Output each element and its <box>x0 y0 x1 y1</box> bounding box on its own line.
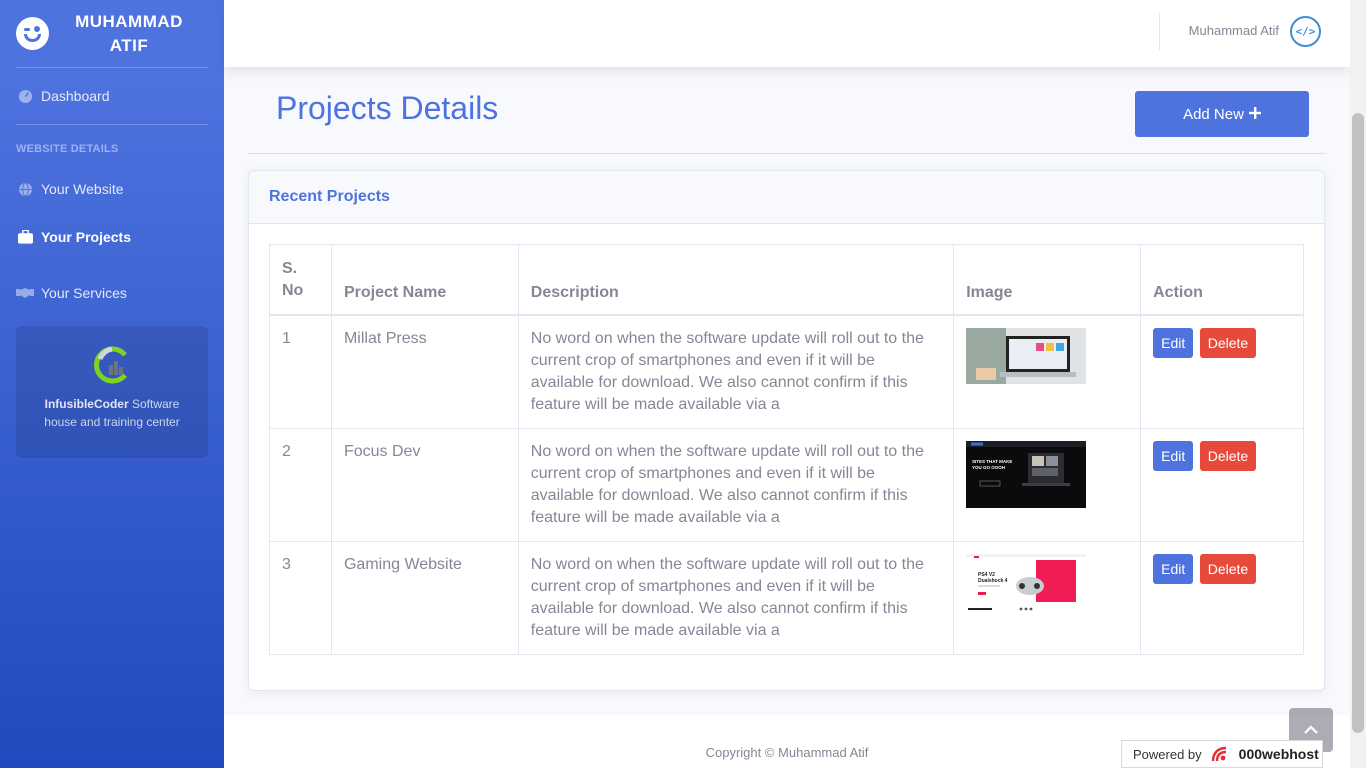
cell-project-name: Millat Press <box>330 314 519 429</box>
cell-description: No word on when the software update will… <box>517 314 955 429</box>
sidebar-item-label: Dashboard <box>41 88 110 104</box>
edit-button[interactable]: Edit <box>1153 327 1194 358</box>
cell-project-name: Gaming Website <box>330 540 519 655</box>
add-new-label: Add New <box>1183 105 1244 123</box>
cell-image: SITES THAT MAKE YOU GO OOOH <box>953 427 1142 542</box>
sidebar-item-label: Your Projects <box>41 229 131 245</box>
delete-button[interactable]: Delete <box>1199 553 1257 584</box>
promo-text: InfusibleCoder Software house and traini… <box>44 397 180 429</box>
infusiblecoder-logo-icon <box>92 345 132 385</box>
user-name[interactable]: Muhammad Atif <box>1189 23 1279 38</box>
briefcase-icon <box>16 228 34 246</box>
projects-table: S. No Project Name Description Image Act… <box>269 244 1304 655</box>
topbar-divider <box>1159 13 1160 50</box>
chevron-up-icon <box>1304 725 1318 734</box>
recent-projects-card: Recent Projects S. No Project Name Descr… <box>248 170 1325 691</box>
table-row: 2 Focus Dev No word on when the software… <box>269 427 1304 542</box>
powered-by-badge[interactable]: Powered by 000webhost <box>1121 740 1323 768</box>
wink-face-icon <box>16 17 49 50</box>
project-thumbnail[interactable]: SITES THAT MAKE YOU GO OOOH <box>966 440 1087 508</box>
sidebar-item-services[interactable]: Your Services <box>0 265 224 321</box>
project-thumbnail[interactable] <box>966 327 1087 384</box>
cell-action: Edit Delete <box>1140 427 1304 542</box>
table-row: 1 Millat Press No word on when the softw… <box>269 314 1304 429</box>
powered-by-label: Powered by <box>1133 746 1202 762</box>
edit-button[interactable]: Edit <box>1153 440 1194 471</box>
project-thumbnail[interactable]: PS4 V2 Dualshock 4 <box>966 553 1087 612</box>
card-title: Recent Projects <box>249 171 1324 224</box>
column-header-description: Description <box>517 244 955 316</box>
sidebar-item-label: Your Services <box>41 285 127 301</box>
heading-divider <box>248 153 1325 154</box>
cell-action: Edit Delete <box>1140 314 1304 429</box>
topbar: Muhammad Atif </> <box>224 0 1350 67</box>
webhost-logo-icon <box>1211 746 1226 762</box>
cell-sno: 2 <box>269 427 332 542</box>
column-header-project-name: Project Name <box>330 244 519 316</box>
delete-button[interactable]: Delete <box>1199 327 1257 358</box>
scrollbar-thumb[interactable] <box>1352 113 1364 733</box>
globe-icon <box>16 180 34 198</box>
column-header-action: Action <box>1140 244 1304 316</box>
powered-by-brand: 000webhost <box>1238 746 1319 762</box>
cell-action: Edit Delete <box>1140 540 1304 655</box>
edit-button[interactable]: Edit <box>1153 553 1194 584</box>
thumbnail-text: SITES THAT MAKE <box>972 459 1012 464</box>
plus-icon <box>1248 106 1261 123</box>
brand-name: MUHAMMAD ATIF <box>75 11 183 55</box>
table-header-row: S. No Project Name Description Image Act… <box>269 244 1304 316</box>
cell-project-name: Focus Dev <box>330 427 519 542</box>
tachometer-icon <box>16 87 34 105</box>
sidebar-item-website[interactable]: Your Website <box>0 169 224 209</box>
cell-description: No word on when the software update will… <box>517 540 955 655</box>
sidebar-brand[interactable]: MUHAMMAD ATIF <box>0 0 224 67</box>
thumbnail-text: Dualshock 4 <box>978 578 1008 584</box>
column-header-sno: S. No <box>269 244 332 316</box>
sidebar-item-projects[interactable]: Your Projects <box>0 209 224 265</box>
cell-image: PS4 V2 Dualshock 4 <box>953 540 1142 655</box>
thumbnail-text: YOU GO OOOH <box>972 465 1005 470</box>
vertical-scrollbar[interactable] <box>1350 0 1366 768</box>
sidebar-heading: Website Details <box>16 143 119 155</box>
handshake-icon <box>16 284 34 302</box>
cell-sno: 3 <box>269 540 332 655</box>
avatar[interactable]: </> <box>1290 16 1321 47</box>
page-title: Projects Details <box>276 90 499 126</box>
sidebar-promo-card: InfusibleCoder Software house and traini… <box>16 326 208 458</box>
sidebar: MUHAMMAD ATIF Dashboard Website Details … <box>0 0 224 768</box>
delete-button[interactable]: Delete <box>1199 440 1257 471</box>
sidebar-item-label: Your Website <box>41 181 124 197</box>
cell-image <box>953 314 1142 429</box>
sidebar-item-dashboard[interactable]: Dashboard <box>0 68 224 124</box>
table-row: 3 Gaming Website No word on when the sof… <box>269 540 1304 655</box>
add-new-button[interactable]: Add New <box>1135 91 1309 137</box>
column-header-image: Image <box>953 244 1142 316</box>
cell-sno: 1 <box>269 314 332 429</box>
cell-description: No word on when the software update will… <box>517 427 955 542</box>
